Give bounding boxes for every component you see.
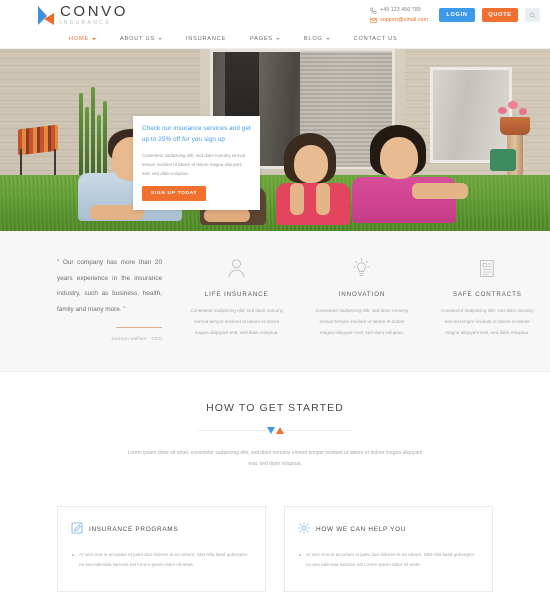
contact-info: +49 123 456 789 support@email.com xyxy=(370,7,428,24)
triangle-pair-divider-icon xyxy=(0,426,550,434)
gear-icon xyxy=(298,521,310,539)
nav-item-label: PAGES xyxy=(250,36,273,42)
envelope-icon xyxy=(370,17,377,23)
service-column-safe-contracts: SAFE CONTRACTS Consetetur sadipscing elit… xyxy=(425,255,550,341)
service-text: Consetetur sadipscing elitr, sed diam no… xyxy=(190,308,284,335)
services-section: " Our company has more than 20 years exp… xyxy=(0,231,550,372)
service-title: INNOVATION xyxy=(338,291,386,298)
service-text: Consetetur sadipscing elitr, sed diam no… xyxy=(440,308,534,335)
phone-number: +49 123 456 789 xyxy=(380,7,421,13)
callout-text: Consetetur sadipscing elitr, sed diam no… xyxy=(142,152,246,177)
chevron-down-icon xyxy=(275,38,280,40)
chevron-down-icon xyxy=(91,38,96,40)
person-girl xyxy=(272,131,364,225)
watering-can xyxy=(490,149,516,171)
email-row[interactable]: support@email.com xyxy=(370,17,428,24)
document-icon xyxy=(439,255,536,282)
service-columns: LIFE INSURANCE Consetetur sadipscing elit… xyxy=(174,255,550,341)
hero-banner: Check our insurance services and get up … xyxy=(0,49,550,231)
site-logo[interactable]: CONVO INSURANCE xyxy=(38,4,128,26)
email-address: support@email.com xyxy=(380,17,428,23)
chevron-down-icon xyxy=(325,38,330,40)
card-how-we-can-help-you: HOW WE CAN HELP YOU At vero eos et accusa… xyxy=(284,505,493,592)
card-header: HOW WE CAN HELP YOU xyxy=(298,521,479,539)
phone-row[interactable]: +49 123 456 789 xyxy=(370,7,428,14)
login-button[interactable]: LOGIN xyxy=(439,8,475,22)
insurance-landing-page: CONVO INSURANCE +49 123 456 789 support@… xyxy=(0,0,550,592)
hero-photo xyxy=(0,49,550,231)
nav-item-label: INSURANCE xyxy=(185,36,227,42)
top-bar: CONVO INSURANCE +49 123 456 789 support@… xyxy=(0,0,550,30)
testimonial-author: Jackson Vaillant - CEO xyxy=(110,335,162,341)
convo-arrow-logo-icon xyxy=(38,5,55,25)
list-item: At vero eos et accusam et justo duo dolo… xyxy=(71,550,252,571)
phone-icon xyxy=(370,7,377,14)
service-column-life-insurance: LIFE INSURANCE Consetetur sadipscing elit… xyxy=(174,255,299,341)
nav-item-home[interactable]: HOME xyxy=(57,30,108,49)
get-started-text: Lorem ipsum dolor sit amet, consetetur s… xyxy=(127,449,423,467)
nav-item-about-us[interactable]: ABOUT US xyxy=(108,30,174,49)
service-title: LIFE INSURANCE xyxy=(204,291,269,298)
service-title: SAFE CONTRACTS xyxy=(452,291,522,298)
lightbulb-icon xyxy=(313,255,410,282)
logo-tagline: INSURANCE xyxy=(60,20,112,26)
search-button[interactable] xyxy=(525,8,540,22)
hero-callout: Check our insurance services and get up … xyxy=(133,116,260,211)
list-item: At vero eos et accusam et justo duo dolo… xyxy=(298,550,479,571)
nav-item-pages[interactable]: PAGES xyxy=(238,30,292,49)
card-header: INSURANCE PROGRAMS xyxy=(71,521,252,539)
nav-item-label: ABOUT US xyxy=(119,36,155,42)
card-list: At vero eos et accusam et justo duo dolo… xyxy=(298,550,479,571)
nav-item-contact-us[interactable]: CONTACT US xyxy=(342,30,410,49)
card-title: INSURANCE PROGRAMS xyxy=(89,526,179,534)
card-title: HOW WE CAN HELP YOU xyxy=(316,526,407,534)
patio-chair xyxy=(10,124,70,177)
quote-button[interactable]: QUOTE xyxy=(482,8,518,22)
nav-item-insurance[interactable]: INSURANCE xyxy=(174,30,238,49)
testimonial-rule xyxy=(116,326,162,328)
callout-title: Check our insurance services and get up … xyxy=(142,125,251,143)
card-list: At vero eos et accusam et justo duo dolo… xyxy=(71,550,252,571)
pencil-square-icon xyxy=(71,521,83,539)
person-icon xyxy=(188,255,285,282)
search-icon xyxy=(529,12,536,18)
service-text: Consetetur sadipscing elitr, sed diam no… xyxy=(315,308,409,335)
chevron-down-icon xyxy=(157,38,162,40)
top-bar-right: +49 123 456 789 support@email.com LOGIN … xyxy=(370,7,540,24)
sign-up-today-button[interactable]: SIGN UP TODAY xyxy=(142,186,207,202)
nav-item-label: CONTACT US xyxy=(353,36,398,42)
nav-item-label: HOME xyxy=(69,36,89,42)
get-started-title: HOW TO GET STARTED xyxy=(206,401,344,414)
main-navigation: HOME ABOUT US INSURANCE PAGES BLOG CONTACT US xyxy=(0,30,550,49)
nav-item-label: BLOG xyxy=(303,36,323,42)
get-started-section: HOW TO GET STARTED Lorem ipsum dolor sit… xyxy=(0,371,550,492)
testimonial-quote: " Our company has more than 20 years exp… xyxy=(57,259,162,314)
person-mother xyxy=(352,123,482,223)
service-column-innovation: INNOVATION Consetetur sadipscing elitr, s… xyxy=(299,255,424,341)
logo-name: CONVO xyxy=(60,3,129,20)
testimonial-block: " Our company has more than 20 years exp… xyxy=(0,255,174,341)
nav-item-blog[interactable]: BLOG xyxy=(292,30,342,49)
card-insurance-programs: INSURANCE PROGRAMS At vero eos et accusam… xyxy=(57,505,266,592)
